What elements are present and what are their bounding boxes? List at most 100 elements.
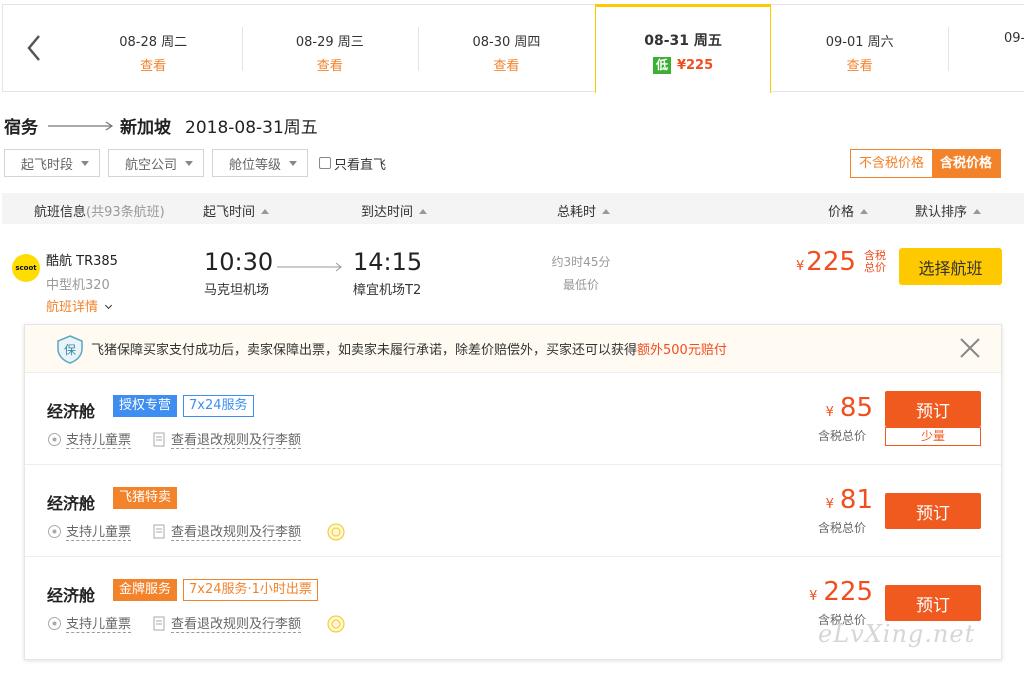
date-label: 09- xyxy=(1004,31,1024,46)
date-label: 09-01 周六 xyxy=(825,35,894,50)
select-flight-button[interactable]: 选择航班 xyxy=(899,248,1002,285)
caret-down-icon xyxy=(81,160,90,166)
sort-default[interactable]: 默认排序 xyxy=(915,201,982,220)
date-label: 08-29 周三 xyxy=(295,35,364,50)
limited-seats-badge: 少量 xyxy=(885,427,981,446)
tax-label: 含税总价 xyxy=(818,429,867,443)
date-tab-0901[interactable]: 09-01 周六 查看 xyxy=(771,5,948,91)
chevron-down-icon xyxy=(104,301,113,310)
route-title: 宿务 新加坡 2018-08-31周五 xyxy=(4,113,318,138)
airline-logo: scoot xyxy=(12,254,40,282)
date-label: 08-28 周二 xyxy=(119,35,188,50)
sort-arrive-time[interactable]: 到达时间 xyxy=(361,201,428,220)
sort-duration[interactable]: 总耗时 xyxy=(557,201,611,220)
tag-authorized: 授权专营 xyxy=(113,395,178,417)
depart-time-filter[interactable]: 起飞时段 xyxy=(4,149,101,177)
tag-service: 7x24服务·1小时出票 xyxy=(183,579,318,601)
close-icon[interactable] xyxy=(959,337,981,359)
view-link[interactable]: 查看 xyxy=(65,55,242,74)
filter-bar: 起飞时段 航空公司 舱位等级 只看直飞 xyxy=(4,149,386,177)
child-ticket-info: 支持儿童票 xyxy=(47,429,132,449)
travel-date: 2018-08-31周五 xyxy=(185,118,318,138)
caret-down-icon xyxy=(289,160,298,166)
cabin-price: ¥85 xyxy=(825,393,873,423)
aircraft-type: 中型机320 xyxy=(46,278,110,293)
flight-detail-link[interactable]: 航班详情 xyxy=(46,296,113,315)
tax-included-label: 含税总价 xyxy=(864,249,886,274)
date-label: 08-30 周四 xyxy=(472,35,541,50)
low-price-badge: 低 xyxy=(652,57,671,74)
date-label: 08-31 周五 xyxy=(644,33,722,49)
date-bar: 08-28 周二 查看 08-29 周三 查看 08-30 周四 查看 08-3… xyxy=(2,4,1024,93)
coin-icon xyxy=(327,523,345,541)
sort-up-icon xyxy=(860,209,869,214)
airline-filter[interactable]: 航空公司 xyxy=(108,149,205,177)
duration: 约3时45分 xyxy=(551,255,611,269)
tag-special-sale: 飞猪特卖 xyxy=(113,487,178,509)
flight-list-header: 航班信息(共93条航班) 起飞时间 到达时间 总耗时 价格 默认排序 xyxy=(2,193,1024,224)
sort-up-icon xyxy=(973,209,982,214)
chevron-left-icon xyxy=(27,35,40,61)
child-ticket-info: 支持儿童票 xyxy=(47,521,132,541)
tag-service: 7x24服务 xyxy=(183,395,254,417)
svg-text:保: 保 xyxy=(64,343,76,357)
book-button[interactable]: 预订 xyxy=(885,493,981,529)
checkbox-icon[interactable] xyxy=(319,157,332,169)
lowest-price: ¥225 xyxy=(676,58,714,73)
rules-link[interactable]: 查看退改规则及行李额 xyxy=(152,521,302,541)
prev-date-button[interactable] xyxy=(3,5,65,91)
caret-down-icon xyxy=(185,160,194,166)
airline-flight-number: 酷航 TR385 xyxy=(46,254,118,269)
origin-city: 宿务 xyxy=(4,118,38,138)
view-link[interactable]: 查看 xyxy=(242,55,419,74)
watermark: eLvXing.net xyxy=(818,620,976,648)
filter-label: 舱位等级 xyxy=(229,157,282,173)
cabin-name: 经济舱 xyxy=(47,402,96,421)
filter-label: 起飞时段 xyxy=(21,157,74,173)
arrive-time: 14:15 xyxy=(353,248,423,276)
child-icon xyxy=(48,524,61,538)
cabin-name: 经济舱 xyxy=(47,586,96,605)
depart-airport: 马克坦机场 xyxy=(204,283,270,298)
rules-link[interactable]: 查看退改规则及行李额 xyxy=(152,613,302,633)
sort-up-icon xyxy=(602,209,611,214)
guarantee-banner: 保 飞猪保障买家支付成功后，卖家保障出票，如卖家未履行承诺，除差价赔偿外，买家还… xyxy=(25,325,1001,373)
view-link[interactable]: 查看 xyxy=(418,55,595,74)
exclude-tax-button[interactable]: 不含税价格 xyxy=(851,150,933,177)
guarantee-highlight: 额外500元赔付 xyxy=(637,343,727,358)
view-link[interactable]: 查看 xyxy=(771,55,948,74)
rules-link[interactable]: 查看退改规则及行李额 xyxy=(152,429,302,449)
cabin-option: 经济舱 飞猪特卖 支持儿童票 查看退改规则及行李额 ¥81 含税总价 预订 xyxy=(25,465,1001,557)
destination-city: 新加坡 xyxy=(120,118,171,138)
flight-count: (共93条航班) xyxy=(86,205,165,220)
cabin-name: 经济舱 xyxy=(47,494,96,513)
header-flight-info: 航班信息(共93条航班) xyxy=(34,205,165,220)
book-button[interactable]: 预订 xyxy=(885,391,981,427)
cabin-options-panel: 保 飞猪保障买家支付成功后，卖家保障出票，如卖家未履行承诺，除差价赔偿外，买家还… xyxy=(24,324,1002,660)
guarantee-text: 飞猪保障买家支付成功后，卖家保障出票，如卖家未履行承诺，除差价赔偿外，买家还可以… xyxy=(91,343,638,358)
arrow-right-icon xyxy=(48,121,114,130)
checkbox-label: 只看直飞 xyxy=(334,157,387,173)
flight-price: ¥225 xyxy=(796,247,856,277)
price-mode-toggle: 不含税价格 含税价格 xyxy=(850,149,1002,178)
date-tab-0830[interactable]: 08-30 周四 查看 xyxy=(418,5,595,91)
arrive-airport: 樟宜机场T2 xyxy=(353,283,422,298)
direct-only-checkbox[interactable]: 只看直飞 xyxy=(319,154,386,173)
document-icon xyxy=(153,432,165,446)
sort-price[interactable]: 价格 xyxy=(828,201,869,220)
sort-depart-time[interactable]: 起飞时间 xyxy=(203,201,270,220)
cabin-filter[interactable]: 舱位等级 xyxy=(212,149,309,177)
date-tab-0902-partial[interactable]: 09- xyxy=(948,5,1024,91)
include-tax-button[interactable]: 含税价格 xyxy=(932,150,1001,177)
document-icon xyxy=(153,524,165,538)
cabin-price: ¥81 xyxy=(825,485,873,515)
date-tab-0831-active[interactable]: 08-31 周五 低 ¥225 xyxy=(594,4,772,93)
child-ticket-info: 支持儿童票 xyxy=(47,613,132,633)
child-icon xyxy=(48,616,61,630)
date-tab-0828[interactable]: 08-28 周二 查看 xyxy=(65,5,242,91)
date-tab-0829[interactable]: 08-29 周三 查看 xyxy=(241,5,419,91)
sort-up-icon xyxy=(261,209,270,214)
cabin-price: ¥225 xyxy=(809,577,873,607)
book-button[interactable]: 预订 xyxy=(885,585,981,621)
document-icon xyxy=(153,616,165,630)
